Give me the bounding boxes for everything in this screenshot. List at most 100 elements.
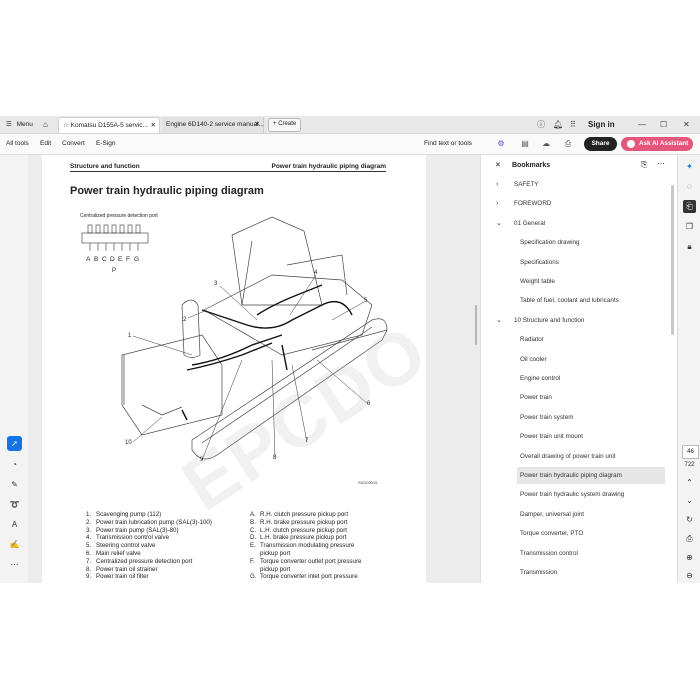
port-p-label: P bbox=[112, 268, 117, 274]
home-icon[interactable]: ⌂ bbox=[43, 116, 48, 133]
ai-tools-icon[interactable]: ⚙ bbox=[496, 139, 506, 149]
menu-convert[interactable]: Convert bbox=[62, 134, 85, 154]
legend-item: 6. Main relief valve bbox=[86, 550, 212, 558]
bookmark-item[interactable]: Power train bbox=[517, 389, 552, 406]
menu-esign[interactable]: E-Sign bbox=[96, 134, 116, 154]
page-up-icon[interactable]: ⌃ bbox=[683, 476, 696, 489]
bookmark-item[interactable]: Transmission control bbox=[517, 545, 578, 562]
more-options-icon[interactable]: ⋯ bbox=[657, 159, 665, 168]
bookmark-item[interactable]: Engine control bbox=[517, 370, 560, 387]
bookmarks-scrollbar[interactable] bbox=[671, 185, 674, 335]
rotate-icon[interactable]: ↻ bbox=[683, 513, 696, 526]
bookmark-item[interactable]: Torque converter, PTO bbox=[517, 525, 583, 542]
diagram-code: SKD00015 bbox=[358, 480, 378, 485]
callout-2: 2 bbox=[183, 317, 187, 323]
ai-panel-icon[interactable]: ✦ bbox=[683, 160, 696, 173]
lasso-icon[interactable]: ➰ bbox=[7, 497, 22, 512]
menu-all-tools[interactable]: All tools bbox=[6, 134, 29, 154]
comments-icon[interactable]: ◌ bbox=[683, 180, 696, 193]
tab-engine[interactable]: Engine 6D140-2 service manual... ✕ bbox=[162, 117, 264, 133]
print-icon[interactable]: ⎙ bbox=[563, 139, 573, 149]
bookmark-item[interactable]: Transmission bbox=[517, 564, 557, 581]
port-letter: A bbox=[86, 256, 91, 263]
bookmark-item[interactable]: Power train hydraulic system drawing bbox=[517, 486, 624, 503]
bookmark-item[interactable]: Radiator bbox=[517, 331, 544, 348]
document-viewport[interactable]: Structure and function Power train hydra… bbox=[28, 155, 480, 583]
ask-ai-assistant-button[interactable]: Ask AI Assistant bbox=[621, 137, 693, 151]
add-bookmark-icon[interactable]: ⎘ bbox=[641, 160, 647, 170]
close-icon[interactable]: ✕ bbox=[255, 117, 260, 132]
text-box-icon[interactable]: A bbox=[7, 517, 22, 532]
bookmark-item[interactable]: Specification drawing bbox=[517, 234, 580, 251]
legend-item: 2. Power train lubrication pump (SAL(3)-1… bbox=[86, 519, 212, 527]
bookmark-item[interactable]: 10 Structure and function bbox=[514, 312, 584, 329]
create-button[interactable]: + Create bbox=[268, 118, 302, 132]
create-label: Create bbox=[278, 121, 297, 127]
pen-icon[interactable]: ✎ bbox=[7, 477, 22, 492]
legend-text: Power train pump (SAL(3)-80) bbox=[96, 526, 179, 534]
star-icon[interactable]: ☆ bbox=[63, 122, 69, 129]
apps-icon[interactable]: ⠿ bbox=[570, 116, 576, 133]
bookmark-expand-icon[interactable]: › bbox=[496, 176, 498, 193]
document-scrollbar[interactable] bbox=[475, 305, 477, 345]
legend-text: Torque converter inlet port pressure bbox=[260, 573, 358, 581]
notifications-icon[interactable]: 🔔︎ bbox=[553, 116, 563, 133]
port-letter: B bbox=[94, 256, 99, 263]
bookmark-item[interactable]: Damper, universal joint bbox=[517, 506, 584, 523]
maximize-icon[interactable]: ☐ bbox=[660, 116, 667, 133]
bookmark-item[interactable]: Specifications bbox=[517, 254, 559, 271]
bookmark-item[interactable]: Table of fuel, coolant and lubricants bbox=[517, 292, 619, 309]
pdf-page: Structure and function Power train hydra… bbox=[42, 155, 426, 583]
bookmark-expand-icon[interactable]: ⌄ bbox=[496, 312, 502, 329]
more-tools-icon[interactable]: ⋯ bbox=[7, 557, 22, 572]
bookmarks-icon[interactable]: ⎗ bbox=[683, 200, 696, 213]
bookmark-item[interactable]: Power train hydraulic piping diagram bbox=[517, 467, 665, 484]
collapse-panel-icon[interactable]: ✕ bbox=[495, 161, 501, 169]
save-icon[interactable]: ▤ bbox=[520, 139, 530, 149]
pages-icon[interactable]: ❐ bbox=[683, 220, 696, 233]
zoom-out-icon[interactable]: ⊖ bbox=[683, 569, 696, 582]
port-letter: F bbox=[126, 256, 130, 263]
bookmark-item[interactable]: Oil cooler bbox=[517, 351, 547, 368]
zoom-in-icon[interactable]: ⊕ bbox=[683, 551, 696, 564]
find-text-button[interactable]: Find text or tools bbox=[424, 134, 472, 154]
fill-sign-icon[interactable]: ✍ bbox=[7, 537, 22, 552]
sign-in-button[interactable]: Sign in bbox=[588, 116, 615, 133]
menu-button[interactable]: ☰ Menu bbox=[6, 116, 33, 133]
select-cursor-icon[interactable]: ➚ bbox=[7, 436, 22, 451]
port-letter: D bbox=[110, 256, 115, 263]
tab-komatsu[interactable]: ☆ Komatsu D155A-5 servic... ✕ bbox=[58, 117, 160, 133]
current-page-field[interactable]: 46 bbox=[682, 445, 699, 459]
legend-key: E. bbox=[250, 542, 256, 550]
callout-10: 10 bbox=[125, 440, 132, 446]
minimize-icon[interactable]: — bbox=[638, 116, 646, 133]
comment-icon[interactable]: ◔ bbox=[7, 457, 22, 472]
bookmarks-title: Bookmarks bbox=[512, 162, 551, 169]
help-icon[interactable]: ⓘ bbox=[537, 116, 545, 133]
legend-key: D. bbox=[250, 534, 257, 542]
close-icon[interactable]: ✕ bbox=[151, 118, 156, 133]
window-close-icon[interactable]: ✕ bbox=[683, 116, 690, 133]
legend-left: 1. Scavenging pump (112) 2. Power train lub… bbox=[86, 511, 212, 581]
bookmark-item[interactable]: FOREWORD bbox=[514, 195, 551, 212]
legend-key: 7. bbox=[86, 557, 92, 565]
legend-item: 3. Power train pump (SAL(3)-80) bbox=[86, 527, 212, 535]
callout-5: 5 bbox=[364, 298, 368, 304]
lock-icon[interactable]: 🔒︎ bbox=[683, 240, 696, 253]
menu-edit[interactable]: Edit bbox=[40, 134, 51, 154]
legend-text: Power train oil strainer bbox=[96, 565, 158, 573]
page-down-icon[interactable]: ⌄ bbox=[683, 494, 696, 507]
upload-cloud-icon[interactable]: ☁ bbox=[541, 139, 551, 149]
bookmark-expand-icon[interactable]: › bbox=[496, 195, 498, 212]
bookmark-item[interactable]: Overall drawing of power train unit bbox=[517, 448, 616, 465]
legend-item: pickup port bbox=[250, 566, 361, 574]
bookmark-item[interactable]: SAFETY bbox=[514, 176, 539, 193]
export-icon[interactable]: ⎙ bbox=[683, 532, 696, 545]
bookmark-item[interactable]: Weight table bbox=[517, 273, 555, 290]
share-button[interactable]: Share bbox=[584, 137, 617, 151]
bookmark-item[interactable]: Power train unit mount bbox=[517, 428, 583, 445]
legend-item: G. Torque converter inlet port pressure bbox=[250, 573, 361, 581]
bookmark-item[interactable]: Power train system bbox=[517, 409, 574, 426]
bookmark-expand-icon[interactable]: ⌄ bbox=[496, 215, 502, 232]
bookmark-item[interactable]: 01 General bbox=[514, 215, 545, 232]
